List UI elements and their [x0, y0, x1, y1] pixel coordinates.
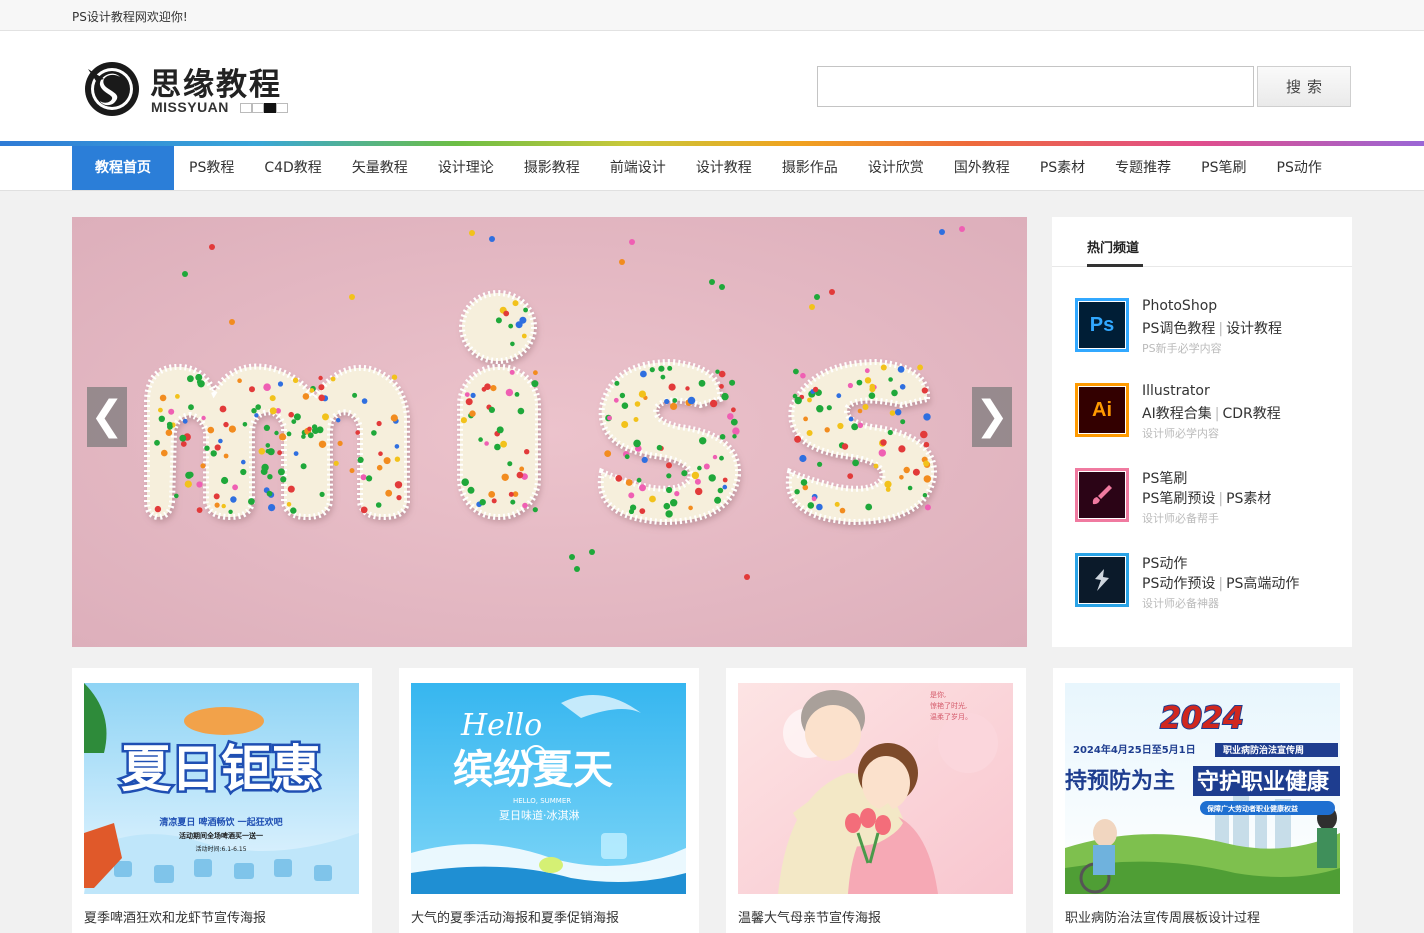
article-title[interactable]: 温馨大气母亲节宣传海报	[738, 907, 881, 926]
channel-name[interactable]: PhotoShop	[1142, 298, 1217, 314]
thumbnail-headline: 持预防为主	[1065, 769, 1175, 794]
nav-item-theory[interactable]: 设计理论	[423, 146, 509, 190]
channel-subtitle: 设计师必学内容	[1142, 427, 1219, 440]
channel-name[interactable]: PS动作	[1142, 553, 1187, 573]
site-header: 思缘教程 MISSYUAN 搜索	[0, 31, 1424, 141]
channel-link[interactable]: PS素材	[1226, 491, 1271, 507]
nav-item-ps-assets[interactable]: PS素材	[1025, 146, 1100, 190]
thumbnail-line: 保障广大劳动者职业健康权益	[1206, 804, 1298, 813]
welcome-text: PS设计教程网欢迎你!	[72, 10, 188, 24]
nav-item-ps-brushes[interactable]: PS笔刷	[1186, 146, 1261, 190]
photoshop-icon[interactable]: Ps	[1075, 298, 1129, 352]
banner-image	[72, 217, 1027, 647]
illustrator-icon[interactable]: Ai	[1075, 383, 1129, 437]
search-button[interactable]: 搜索	[1257, 66, 1351, 107]
nav-item-ps-actions[interactable]: PS动作	[1262, 146, 1337, 190]
article-title[interactable]: 职业病防治法宣传周展板设计过程	[1065, 907, 1260, 926]
search-input[interactable]	[817, 66, 1254, 107]
channel-subtitle: 设计师必备帮手	[1142, 512, 1219, 525]
article-card[interactable]: 是你, 惊艳了时光, 温柔了岁月。 温馨大气母亲节宣传海报	[726, 668, 1026, 933]
thumbnail-poem: 温柔了岁月。	[930, 712, 972, 721]
thumbnail-poem: 是你,	[930, 690, 946, 699]
article-card[interactable]: 2024 2024年4月25日至5月1日 职业病防治法宣传周 持预防为主 守护职…	[1053, 668, 1353, 933]
article-title[interactable]: 大气的夏季活动海报和夏季促销海报	[411, 907, 619, 926]
banner-slider[interactable]: ❮ ❯	[72, 217, 1027, 647]
nav-item-ps[interactable]: PS教程	[174, 146, 249, 190]
article-card[interactable]: 夏日钜惠 清凉夏日 啤酒畅饮 一起狂欢吧 活动期间全场啤酒买一送一 活动时间:6…	[72, 668, 372, 933]
nav-item-photo-tutorial[interactable]: 摄影教程	[509, 146, 595, 190]
channel-illustrator[interactable]: Ai Illustrator AI教程合集 | CDR教程 设计师必学内容	[1075, 383, 1345, 443]
article-thumbnail[interactable]: 夏日钜惠 清凉夏日 啤酒畅饮 一起狂欢吧 活动期间全场啤酒买一送一 活动时间:6…	[84, 683, 359, 894]
thumbnail-script: Hello	[460, 708, 542, 743]
panel-title-underline	[1087, 264, 1143, 267]
logo-mark-icon	[85, 62, 139, 116]
thumbnail-line: 职业病防治法宣传周	[1223, 744, 1304, 756]
channel-links: PS动作预设 | PS高端动作	[1142, 576, 1300, 592]
nav-item-c4d[interactable]: C4D教程	[249, 146, 336, 190]
channel-links: AI教程合集 | CDR教程	[1142, 406, 1281, 422]
channel-subtitle: 设计师必备神器	[1142, 597, 1219, 610]
logo-english-text: MISSYUAN	[151, 99, 229, 115]
top-bar: PS设计教程网欢迎你!	[0, 0, 1424, 31]
banner-next-arrow[interactable]: ❯	[972, 387, 1012, 447]
logo-decoration	[240, 103, 288, 113]
thumbnail-line: HELLO, SUMMER	[513, 797, 571, 805]
channel-name[interactable]: PS笔刷	[1142, 468, 1187, 488]
channel-link[interactable]: AI教程合集	[1142, 406, 1212, 422]
channel-ps-actions[interactable]: PS动作 PS动作预设 | PS高端动作 设计师必备神器	[1075, 553, 1345, 613]
channel-link[interactable]: PS调色教程	[1142, 321, 1215, 337]
channel-link[interactable]: PS动作预设	[1142, 576, 1215, 592]
article-card[interactable]: Hello 缤纷夏天 HELLO, SUMMER 夏日味道·冰淇淋 大气的夏季活…	[399, 668, 699, 933]
nav-item-vector[interactable]: 矢量教程	[337, 146, 423, 190]
thumbnail-line: 活动期间全场啤酒买一送一	[179, 831, 263, 840]
nav-item-topics[interactable]: 专题推荐	[1100, 146, 1186, 190]
nav-item-frontend[interactable]: 前端设计	[595, 146, 681, 190]
thumbnail-poem: 惊艳了时光,	[930, 701, 967, 710]
channel-link[interactable]: PS高端动作	[1226, 576, 1299, 592]
logo-chinese-text: 思缘教程	[150, 67, 282, 103]
panel-header: 热门频道	[1052, 217, 1352, 267]
channel-ps-brushes[interactable]: PS笔刷 PS笔刷预设 | PS素材 设计师必备帮手	[1075, 468, 1345, 528]
thumbnail-line: 活动时间:6.1-6.15	[195, 845, 246, 853]
article-thumbnail[interactable]: 是你, 惊艳了时光, 温柔了岁月。	[738, 683, 1013, 894]
thumbnail-line: 2024年4月25日至5月1日	[1073, 743, 1196, 756]
nav-item-design-tutorial[interactable]: 设计教程	[681, 146, 767, 190]
action-icon[interactable]	[1075, 553, 1129, 607]
article-thumbnail[interactable]: Hello 缤纷夏天 HELLO, SUMMER 夏日味道·冰淇淋	[411, 683, 686, 894]
channel-links: PS笔刷预设 | PS素材	[1142, 491, 1272, 507]
article-thumbnail[interactable]: 2024 2024年4月25日至5月1日 职业病防治法宣传周 持预防为主 守护职…	[1065, 683, 1340, 894]
thumbnail-headline: 缤纷夏天	[453, 747, 613, 793]
channel-links: PS调色教程 | 设计教程	[1142, 321, 1283, 337]
article-title[interactable]: 夏季啤酒狂欢和龙虾节宣传海报	[84, 907, 266, 926]
channel-photoshop[interactable]: Ps PhotoShop PS调色教程 | 设计教程 PS新手必学内容	[1075, 298, 1345, 358]
thumbnail-line: 清凉夏日 啤酒畅饮 一起狂欢吧	[159, 816, 282, 828]
thumbnail-year: 2024	[1160, 701, 1244, 736]
banner-prev-arrow[interactable]: ❮	[87, 387, 127, 447]
site-logo[interactable]: 思缘教程 MISSYUAN	[82, 59, 292, 123]
nav-item-foreign[interactable]: 国外教程	[939, 146, 1025, 190]
nav-item-showcase[interactable]: 设计欣赏	[853, 146, 939, 190]
channel-name[interactable]: Illustrator	[1142, 383, 1210, 399]
channel-link[interactable]: 设计教程	[1226, 321, 1282, 337]
thumbnail-line: 夏日味道·冰淇淋	[499, 808, 580, 822]
nav-item-home[interactable]: 教程首页	[72, 146, 174, 190]
channel-link[interactable]: PS笔刷预设	[1142, 491, 1215, 507]
hot-channels-panel: 热门频道 Ps PhotoShop PS调色教程 | 设计教程 PS新手必学内容 A…	[1052, 217, 1352, 647]
channel-subtitle: PS新手必学内容	[1142, 342, 1222, 355]
channel-link[interactable]: CDR教程	[1222, 406, 1280, 422]
thumbnail-headline: 夏日钜惠	[121, 740, 321, 798]
thumbnail-headline: 守护职业健康	[1197, 769, 1330, 795]
brush-icon[interactable]	[1075, 468, 1129, 522]
main-nav: 教程首页 PS教程 C4D教程 矢量教程 设计理论 摄影教程 前端设计 设计教程…	[0, 146, 1424, 191]
nav-item-photo-works[interactable]: 摄影作品	[767, 146, 853, 190]
panel-title: 热门频道	[1087, 241, 1140, 256]
